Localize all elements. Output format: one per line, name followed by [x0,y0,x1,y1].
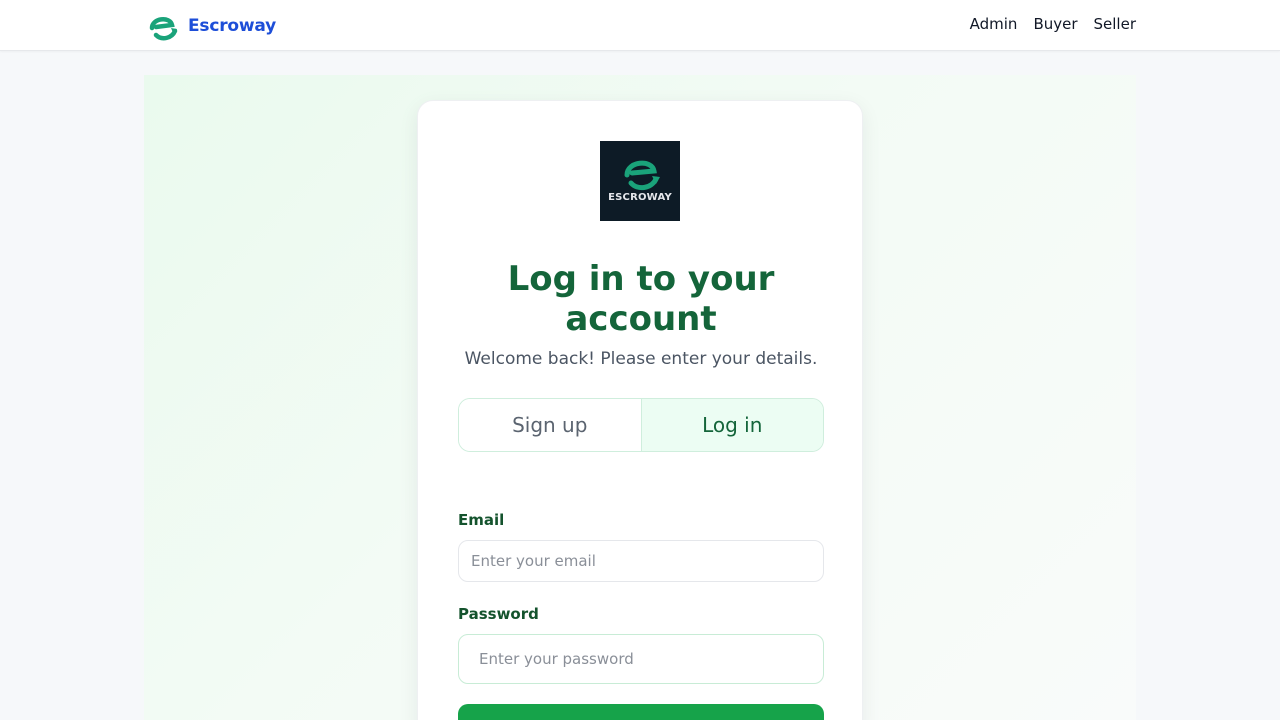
password-field[interactable] [458,634,824,684]
nav-link-buyer[interactable]: Buyer [1033,15,1077,33]
tab-sign-up[interactable]: Sign up [459,399,642,451]
brand-home-link[interactable]: Escroway [144,8,276,44]
auth-tabs: Sign up Log in [458,398,824,452]
login-card: ESCROWAY Log in to your account Welcome … [417,100,863,720]
email-label: Email [458,511,505,529]
escroway-logo-icon [149,17,178,41]
nav-link-admin[interactable]: Admin [970,15,1018,33]
login-submit-button[interactable] [458,704,824,720]
page-subtitle: Welcome back! Please enter your details. [464,349,818,369]
nav-link-seller[interactable]: Seller [1094,15,1136,33]
password-label: Password [458,605,539,623]
email-field[interactable] [458,540,824,582]
escroway-logo-icon [624,160,660,191]
nav-links: Admin Buyer Seller [970,15,1136,33]
page-title: Log in to your account [507,259,775,339]
top-navbar: Escroway Admin Buyer Seller [0,0,1280,51]
logo-wordmark: ESCROWAY [608,192,672,203]
escroway-logo-image: ESCROWAY [600,141,680,221]
tab-log-in[interactable]: Log in [641,399,823,451]
brand-name: Escroway [188,16,277,36]
